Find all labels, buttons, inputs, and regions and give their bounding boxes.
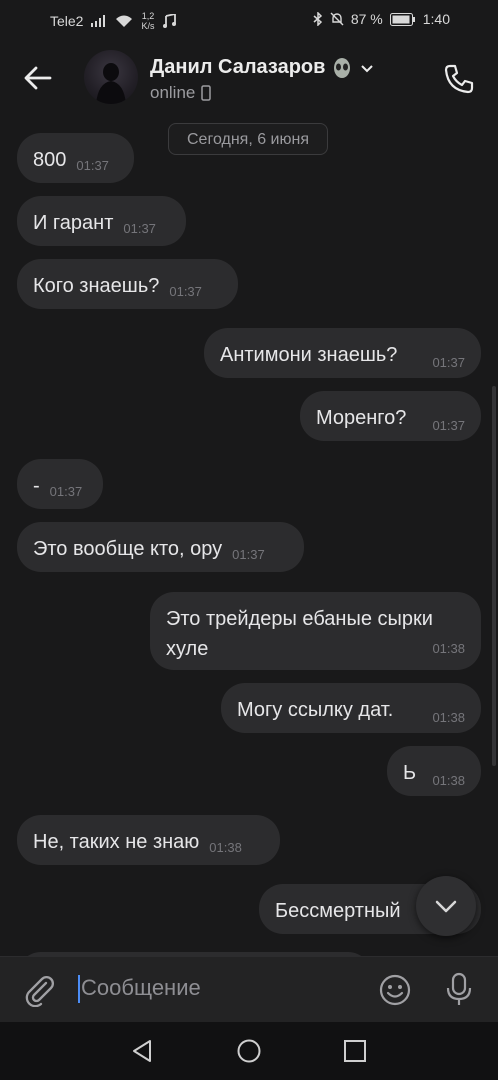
message-incoming[interactable]: -01:37: [17, 459, 103, 509]
clock: 1:40: [422, 11, 450, 27]
message-outgoing[interactable]: Это трейдеры ебаные сырки хуле 01:38: [150, 592, 481, 670]
message-time: 01:37: [76, 158, 109, 173]
alien-emoji-icon: [334, 57, 351, 78]
message-outgoing[interactable]: Могу ссылку дат. 01:38: [221, 683, 481, 733]
music-icon: [163, 14, 177, 28]
avatar[interactable]: [84, 50, 138, 104]
chat-header: Данил Салазаров online: [0, 40, 498, 116]
message-composer: Сообщение: [0, 956, 498, 1023]
message-incoming[interactable]: Кого знаешь? 01:37: [17, 259, 238, 309]
message-time: 01:38: [432, 710, 465, 725]
signal-icon: [91, 15, 106, 27]
message-outgoing[interactable]: Антимони знаешь? 01:37: [204, 328, 481, 378]
chevron-down-icon[interactable]: [359, 60, 375, 76]
message-input[interactable]: Сообщение: [78, 975, 201, 1004]
status-bar: Tele2 1,2 K/s 87 % 1:40: [0, 0, 498, 38]
message-incoming[interactable]: 800 01:37: [17, 133, 134, 183]
message-time: 01:38: [432, 773, 465, 788]
battery-icon: [389, 12, 415, 26]
message-time: 01:37: [169, 284, 202, 299]
nav-back-icon[interactable]: [130, 1038, 156, 1064]
phone-call-icon[interactable]: [442, 62, 476, 96]
system-navigation-bar: [0, 1022, 498, 1080]
attach-paperclip-icon[interactable]: [22, 973, 56, 1007]
scrollbar[interactable]: [492, 386, 496, 766]
bluetooth-icon: [313, 12, 322, 26]
contact-name[interactable]: Данил Салазаров: [150, 56, 375, 79]
message-time: 01:38: [432, 641, 465, 656]
battery-percent: 87 %: [350, 11, 383, 27]
mute-icon: [330, 12, 344, 26]
date-separator: Сегодня, 6 июня: [168, 123, 328, 155]
microphone-icon[interactable]: [442, 971, 476, 1007]
message-time: 01:37: [49, 484, 83, 499]
scroll-down-button[interactable]: [416, 876, 476, 936]
message-time: 01:37: [123, 221, 156, 236]
network-speed: 1,2 K/s: [141, 11, 155, 31]
message-outgoing[interactable]: Моренго? 01:37: [300, 391, 481, 441]
message-time: 01:37: [432, 418, 465, 433]
back-arrow-icon[interactable]: [22, 62, 54, 94]
message-time: 01:38: [209, 840, 242, 855]
message-incoming[interactable]: И гарант 01:37: [17, 196, 186, 246]
message-outgoing[interactable]: Ь 01:38: [387, 746, 481, 796]
emoji-smile-icon[interactable]: [378, 973, 412, 1007]
avatar-silhouette: [96, 63, 126, 104]
chevron-down-icon: [435, 900, 457, 913]
presence-status: online: [150, 83, 212, 103]
message-list[interactable]: Сегодня, 6 июня 800 01:37 И гарант 01:37 К…: [0, 116, 498, 956]
message-incoming[interactable]: Это вообще кто, ору 01:37: [17, 522, 304, 572]
carrier-label: Tele2: [50, 13, 84, 29]
text-cursor: [78, 975, 80, 1004]
message-time: 01:37: [232, 547, 265, 562]
nav-home-icon[interactable]: [236, 1038, 262, 1064]
nav-recents-icon[interactable]: [342, 1038, 368, 1064]
wifi-icon: [116, 15, 133, 27]
mobile-device-icon: [201, 85, 212, 101]
message-time: 01:37: [432, 355, 465, 370]
message-incoming[interactable]: Не, таких не знаю 01:38: [17, 815, 280, 865]
